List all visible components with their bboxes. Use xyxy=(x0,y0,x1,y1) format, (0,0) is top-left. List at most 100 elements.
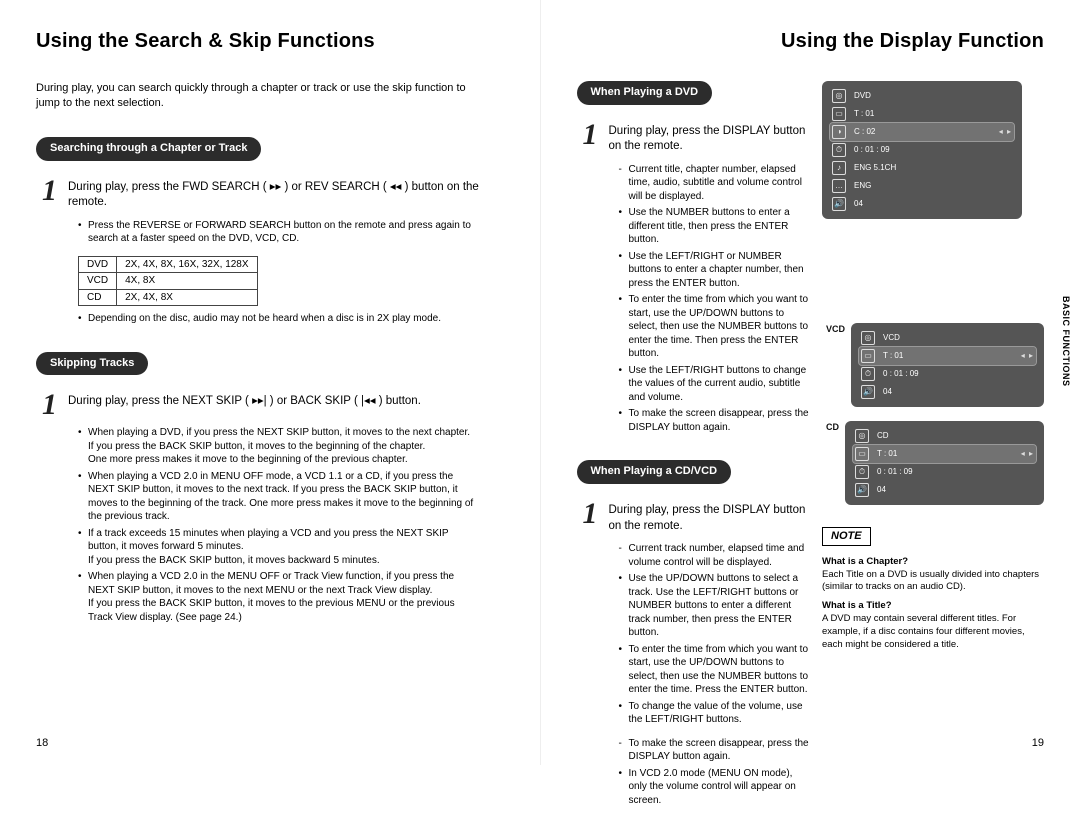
list-item: When playing a VCD 2.0 in the MENU OFF o… xyxy=(78,570,478,624)
note-answer: Each Title on a DVD is usually divided i… xyxy=(822,569,1044,595)
note-heading: NOTE xyxy=(822,527,871,546)
speed-table: DVD2X, 4X, 8X, 16X, 32X, 128X VCD4X, 8X … xyxy=(78,256,258,307)
osd-row: ◎VCD xyxy=(859,329,1036,347)
page-18: Using the Search & Skip Functions During… xyxy=(0,0,541,765)
note-block: What is a Chapter? Each Title on a DVD i… xyxy=(822,556,1044,652)
osd-text: ENG 5.1CH xyxy=(854,163,896,174)
osd-label-vcd: VCD xyxy=(826,323,845,335)
step-number: 1 xyxy=(42,391,60,418)
list-item: In VCD 2.0 mode (MENU ON mode), only the… xyxy=(619,767,813,808)
list-item: Press the REVERSE or FORWARD SEARCH butt… xyxy=(78,219,478,246)
list-item: When playing a VCD 2.0 in MENU OFF mode,… xyxy=(78,470,478,524)
osd-icon: ▭ xyxy=(861,349,875,363)
main-column: When Playing a DVD 1 During play, press … xyxy=(577,81,813,817)
cell: VCD xyxy=(79,273,117,290)
list-item: To enter the time from which you want to… xyxy=(619,293,813,361)
osd-icon: ◎ xyxy=(832,89,846,103)
step-text: During play, press the DISPLAY button on… xyxy=(609,121,813,155)
page-number: 18 xyxy=(36,736,48,751)
section-heading-skip: Skipping Tracks xyxy=(36,352,148,376)
osd-row: ◎CD xyxy=(853,427,1036,445)
osd-icon: 🔊 xyxy=(832,197,846,211)
step-number: 1 xyxy=(583,121,601,148)
list-item: To change the value of the volume, use t… xyxy=(619,700,813,727)
intro-paragraph: During play, you can search quickly thro… xyxy=(36,81,466,111)
step-1-search: 1 During play, press the FWD SEARCH ( ▸▸… xyxy=(42,177,504,211)
arrows-icon: ◂ ▸ xyxy=(1021,351,1034,362)
side-column: ◎DVD▭T : 01◑C : 02◂ ▸⏱0 : 01 : 09♪ENG 5.… xyxy=(822,81,1044,817)
osd-row: ⏱0 : 01 : 09 xyxy=(853,463,1036,481)
arrows-icon: ◂ ▸ xyxy=(999,127,1012,138)
osd-text: 04 xyxy=(854,199,863,210)
osd-row: 🔊 04 xyxy=(830,195,1014,213)
note-question: What is a Title? xyxy=(822,600,1044,613)
cell: 2X, 4X, 8X, 16X, 32X, 128X xyxy=(117,256,257,273)
osd-icon: … xyxy=(832,179,846,193)
osd-row: ▭ T : 01 xyxy=(830,105,1014,123)
section-tab: BASIC FUNCTIONS xyxy=(1060,296,1072,387)
osd-row: 🔊 04 xyxy=(859,383,1036,401)
list-item: If a track exceeds 15 minutes when playi… xyxy=(78,527,478,568)
osd-display-vcd: ◎VCD ▭ T : 01 ◂ ▸ ⏱ 0 : 01 : 09 🔊 04 xyxy=(851,323,1044,407)
page-title: Using the Search & Skip Functions xyxy=(36,28,504,55)
list-item: Use the LEFT/RIGHT or NUMBER buttons to … xyxy=(619,250,813,291)
cell: 4X, 8X xyxy=(117,273,257,290)
list-item: Depending on the disc, audio may not be … xyxy=(78,312,478,326)
list-item: To make the screen disappear, press the … xyxy=(619,737,813,764)
step-number: 1 xyxy=(583,500,601,527)
osd-text: 0 : 01 : 09 xyxy=(883,369,919,380)
osd-text: C : 02 xyxy=(854,127,875,138)
osd-text: 0 : 01 : 09 xyxy=(854,145,890,156)
page-19: Using the Display Function When Playing … xyxy=(541,0,1080,765)
osd-icon: ◎ xyxy=(855,429,869,443)
search-footnote: Depending on the disc, audio may not be … xyxy=(78,312,478,326)
list-item: When playing a DVD, if you press the NEX… xyxy=(78,426,478,467)
section-heading-dvd: When Playing a DVD xyxy=(577,81,713,105)
osd-icon: ⏱ xyxy=(832,143,846,157)
osd-row: ◎ DVD xyxy=(830,87,1014,105)
step-1-cdvcd: 1 During play, press the DISPLAY button … xyxy=(583,500,813,534)
step-1-skip: 1 During play, press the NEXT SKIP ( ▸▸|… xyxy=(42,391,504,418)
osd-text: 04 xyxy=(883,387,892,398)
cdvcd-notes: Current track number, elapsed time and v… xyxy=(619,542,813,727)
osd-row: ♪ENG 5.1CH xyxy=(830,159,1014,177)
list-item: To enter the time from which you want to… xyxy=(619,643,813,697)
cell: DVD xyxy=(79,256,117,273)
skip-notes: When playing a DVD, if you press the NEX… xyxy=(78,426,478,624)
osd-row: ▭ T : 01 ◂ ▸ xyxy=(853,445,1036,463)
osd-text: T : 01 xyxy=(883,351,903,362)
list-item: Use the LEFT/RIGHT buttons to change the… xyxy=(619,364,813,405)
osd-text: T : 01 xyxy=(877,449,897,460)
note-answer: A DVD may contain several different titl… xyxy=(822,613,1044,651)
dvd-notes: Current title, chapter number, elapsed t… xyxy=(619,163,813,435)
arrows-icon: ◂ ▸ xyxy=(1021,449,1034,460)
osd-icon: ▭ xyxy=(832,107,846,121)
list-item: Current track number, elapsed time and v… xyxy=(619,542,813,569)
osd-text: DVD xyxy=(854,91,871,102)
osd-icon: ▭ xyxy=(855,447,869,461)
cell: CD xyxy=(79,289,117,306)
osd-display-dvd: ◎ DVD ▭ T : 01 ◑ C : 02 ◂ ▸ ⏱ 0 : 01 : 09 ♪ENG 5.… xyxy=(822,81,1022,219)
osd-icon: 🔊 xyxy=(855,483,869,497)
osd-row: ⏱ 0 : 01 : 09 xyxy=(859,365,1036,383)
osd-row: ◑ C : 02 ◂ ▸ xyxy=(830,123,1014,141)
section-heading-search: Searching through a Chapter or Track xyxy=(36,137,261,161)
list-item: Use the NUMBER buttons to enter a differ… xyxy=(619,206,813,247)
osd-text: 04 xyxy=(877,485,886,496)
osd-icon: ⏱ xyxy=(861,367,875,381)
osd-row: ▭ T : 01 ◂ ▸ xyxy=(859,347,1036,365)
note-question: What is a Chapter? xyxy=(822,556,1044,569)
step-1-dvd: 1 During play, press the DISPLAY button … xyxy=(583,121,813,155)
step-text: During play, press the DISPLAY button on… xyxy=(609,500,813,534)
step-text: During play, press the NEXT SKIP ( ▸▸| )… xyxy=(68,391,421,410)
step-number: 1 xyxy=(42,177,60,204)
osd-text: VCD xyxy=(883,333,900,344)
osd-icon: 🔊 xyxy=(861,385,875,399)
page-number: 19 xyxy=(1032,736,1044,751)
osd-row: 🔊 04 xyxy=(853,481,1036,499)
section-heading-cdvcd: When Playing a CD/VCD xyxy=(577,460,732,484)
osd-text: 0 : 01 : 09 xyxy=(877,467,913,478)
osd-icon: ◑ xyxy=(832,125,846,139)
list-item: To make the screen disappear, press the … xyxy=(619,407,813,434)
osd-text: T : 01 xyxy=(854,109,874,120)
